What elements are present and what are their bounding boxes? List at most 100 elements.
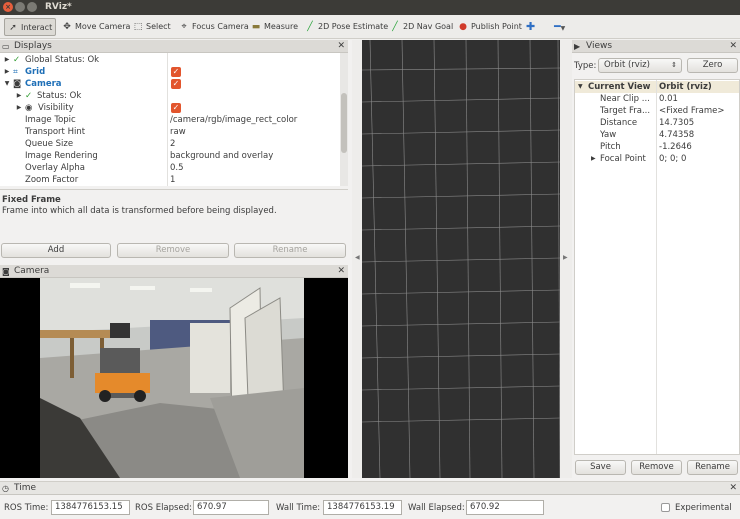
window-titlebar: × RViz*	[0, 0, 740, 15]
camera-panel-title: Camera	[14, 266, 50, 276]
move-camera-tool-button[interactable]: ✥ Move Camera	[59, 18, 130, 36]
view-row-yaw[interactable]: Yaw 4.74358	[575, 129, 739, 141]
expand-arrow-icon[interactable]: ▶	[3, 66, 11, 78]
nav-goal-tool-button[interactable]: ╱ 2D Nav Goal	[387, 18, 453, 36]
scrollbar-thumb[interactable]	[341, 93, 347, 153]
ros-time-field[interactable]: 1384776153.15	[51, 500, 130, 515]
close-icon[interactable]: ×	[3, 2, 13, 12]
expand-arrow-icon[interactable]: ▶	[3, 54, 11, 66]
close-panel-icon[interactable]: ✕	[337, 40, 345, 53]
check-icon: ✓	[13, 55, 21, 65]
select-tool-button[interactable]: ⬚ Select	[130, 18, 171, 36]
measure-icon: ▬	[251, 22, 261, 32]
eye-icon: ◉	[25, 103, 33, 113]
check-icon: ✓	[25, 91, 33, 101]
wall-elapsed-field[interactable]: 670.92	[466, 500, 544, 515]
ros-elapsed-field[interactable]: 670.97	[193, 500, 269, 515]
time-panel-header: ◷ Time ✕	[0, 482, 740, 495]
left-splitter[interactable]: ◀	[352, 40, 362, 478]
dropdown-arrow-icon: ⇕	[671, 61, 677, 69]
help-area: Fixed Frame Frame into which all data is…	[0, 189, 348, 236]
displays-tree[interactable]: ▶ ✓ Global Status: Ok ▶ ⌗ Grid ✓ ▼ ◙ Cam…	[0, 53, 340, 186]
camera-image	[40, 278, 304, 478]
view-row-pitch[interactable]: Pitch -1.2646	[575, 141, 739, 153]
close-panel-icon[interactable]: ✕	[337, 265, 345, 278]
ros-elapsed-label: ROS Elapsed:	[135, 503, 192, 513]
tree-row-overlay-alpha[interactable]: Overlay Alpha 0.5	[0, 162, 340, 174]
tree-row-visibility[interactable]: ▶ ◉ Visibility ✓	[0, 102, 340, 114]
view-row-target-frame[interactable]: Target Fra... <Fixed Frame>	[575, 105, 739, 117]
collapse-arrow-icon[interactable]: ▼	[578, 81, 583, 93]
rename-view-button[interactable]: Rename	[687, 460, 738, 475]
expand-arrow-icon[interactable]: ▶	[15, 102, 23, 114]
pose-estimate-tool-button[interactable]: ╱ 2D Pose Estimate	[302, 18, 388, 36]
camera-image-view[interactable]	[0, 278, 348, 478]
expand-arrow-icon[interactable]: ▶	[591, 153, 596, 165]
collapse-left-icon[interactable]: ◀	[355, 254, 360, 261]
tree-row-transport-hint[interactable]: Transport Hint raw	[0, 126, 340, 138]
add-display-button[interactable]: Add	[1, 243, 111, 258]
view-type-select[interactable]: Orbit (rviz) ⇕	[598, 58, 682, 73]
displays-panel-header: ▭ Displays ✕	[0, 40, 348, 53]
interact-tool-button[interactable]: ➚ Interact	[4, 18, 56, 36]
camera-icon: ◙	[13, 79, 22, 89]
publish-point-icon: ●	[459, 22, 467, 32]
zero-button[interactable]: Zero	[687, 58, 738, 73]
tree-row-image-topic[interactable]: Image Topic /camera/rgb/image_rect_color	[0, 114, 340, 126]
time-panel-title: Time	[14, 483, 37, 493]
collapse-right-icon[interactable]: ▶	[563, 254, 568, 261]
help-text: Frame into which all data is transformed…	[2, 206, 277, 216]
views-property-tree[interactable]: ▼ Current View Orbit (rviz) Near Clip ..…	[574, 79, 740, 455]
view-row-current-view[interactable]: ▼ Current View Orbit (rviz)	[575, 81, 739, 93]
expand-arrow-icon[interactable]: ▶	[15, 90, 23, 102]
3d-render-view[interactable]	[361, 39, 561, 479]
grid-icon: ⌗	[13, 67, 18, 77]
add-tool-icon[interactable]: ✚	[524, 18, 535, 36]
tree-row-grid[interactable]: ▶ ⌗ Grid ✓	[0, 66, 340, 78]
cursor-icon: ➚	[9, 23, 17, 33]
camera-enabled-checkbox[interactable]: ✓	[171, 79, 181, 89]
collapse-arrow-icon[interactable]: ▼	[3, 78, 11, 90]
select-icon: ⬚	[133, 22, 143, 32]
ros-time-label: ROS Time:	[4, 503, 49, 513]
clock-icon: ◷	[2, 484, 9, 493]
rename-display-button[interactable]: Rename	[234, 243, 346, 258]
help-title: Fixed Frame	[2, 195, 61, 205]
monitor-icon: ▭	[2, 42, 10, 51]
measure-tool-button[interactable]: ▬ Measure	[248, 18, 298, 36]
view-row-near-clip[interactable]: Near Clip ... 0.01	[575, 93, 739, 105]
focus-camera-tool-button[interactable]: ⌖ Focus Camera	[176, 18, 248, 36]
tree-row-zoom-factor[interactable]: Zoom Factor 1	[0, 174, 340, 186]
displays-scrollbar[interactable]	[340, 53, 348, 186]
visibility-checkbox[interactable]: ✓	[171, 103, 181, 113]
save-view-button[interactable]: Save	[575, 460, 626, 475]
minimize-icon[interactable]	[15, 2, 25, 12]
tree-row-image-rendering[interactable]: Image Rendering background and overlay	[0, 150, 340, 162]
time-panel: ◷ Time ✕ ROS Time: 1384776153.15 ROS Ela…	[0, 481, 740, 519]
publish-point-tool-button[interactable]: ● Publish Point	[455, 18, 522, 36]
tree-row-queue-size[interactable]: Queue Size 2	[0, 138, 340, 150]
close-panel-icon[interactable]: ✕	[729, 482, 737, 495]
remove-display-button[interactable]: Remove	[117, 243, 229, 258]
tree-row-global-status[interactable]: ▶ ✓ Global Status: Ok	[0, 54, 340, 66]
camera-panel-header: ◙ Camera ✕	[0, 265, 348, 278]
wall-elapsed-label: Wall Elapsed:	[408, 503, 465, 513]
grid-render	[361, 39, 561, 479]
wall-time-field[interactable]: 1384776153.19	[323, 500, 402, 515]
camera-icon: ◙	[2, 267, 10, 276]
maximize-icon[interactable]	[27, 2, 37, 12]
main-toolbar: ➚ Interact ✥ Move Camera ⬚ Select ⌖ Focus Ca…	[0, 15, 740, 39]
right-splitter[interactable]: ▶	[560, 40, 572, 478]
grid-enabled-checkbox[interactable]: ✓	[171, 67, 181, 77]
view-type-label: Type:	[574, 61, 597, 71]
experimental-checkbox[interactable]	[661, 503, 670, 512]
view-row-distance[interactable]: Distance 14.7305	[575, 117, 739, 129]
tree-row-status[interactable]: ▶ ✓ Status: Ok	[0, 90, 340, 102]
move-camera-icon: ✥	[63, 22, 71, 32]
close-panel-icon[interactable]: ✕	[729, 40, 737, 53]
tree-row-camera[interactable]: ▼ ◙ Camera ✓	[0, 78, 340, 90]
views-panel-header: ▶ Views ✕	[572, 40, 740, 53]
view-row-focal-point[interactable]: ▶ Focal Point 0; 0; 0	[575, 153, 739, 165]
remove-tool-icon[interactable]: ━▼	[552, 18, 565, 36]
remove-view-button[interactable]: Remove	[631, 460, 682, 475]
